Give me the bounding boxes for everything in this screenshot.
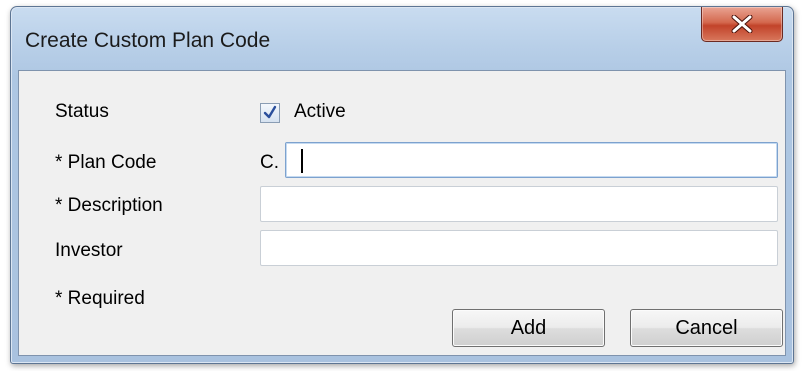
investor-label: Investor: [55, 240, 123, 261]
plan-code-prefix: C.: [260, 152, 279, 173]
description-input[interactable]: [260, 186, 778, 222]
plan-code-input[interactable]: [285, 142, 778, 178]
close-icon: [731, 15, 753, 33]
text-caret: [301, 149, 303, 173]
dialog-window: Create Custom Plan Code Status Active * …: [10, 6, 794, 364]
dialog-title: Create Custom Plan Code: [25, 29, 271, 52]
active-label: Active: [294, 101, 346, 122]
required-note: * Required: [55, 288, 145, 309]
plan-code-label: * Plan Code: [55, 152, 157, 173]
checkmark-icon: [263, 105, 277, 119]
status-label: Status: [55, 101, 109, 122]
add-button[interactable]: Add: [452, 309, 605, 347]
cancel-button[interactable]: Cancel: [630, 309, 783, 347]
close-button[interactable]: [701, 7, 783, 42]
dialog-body: Status Active * Plan Code C. * Descripti…: [18, 70, 786, 356]
investor-input[interactable]: [260, 230, 778, 266]
description-label: * Description: [55, 195, 163, 216]
active-checkbox[interactable]: [260, 103, 280, 123]
